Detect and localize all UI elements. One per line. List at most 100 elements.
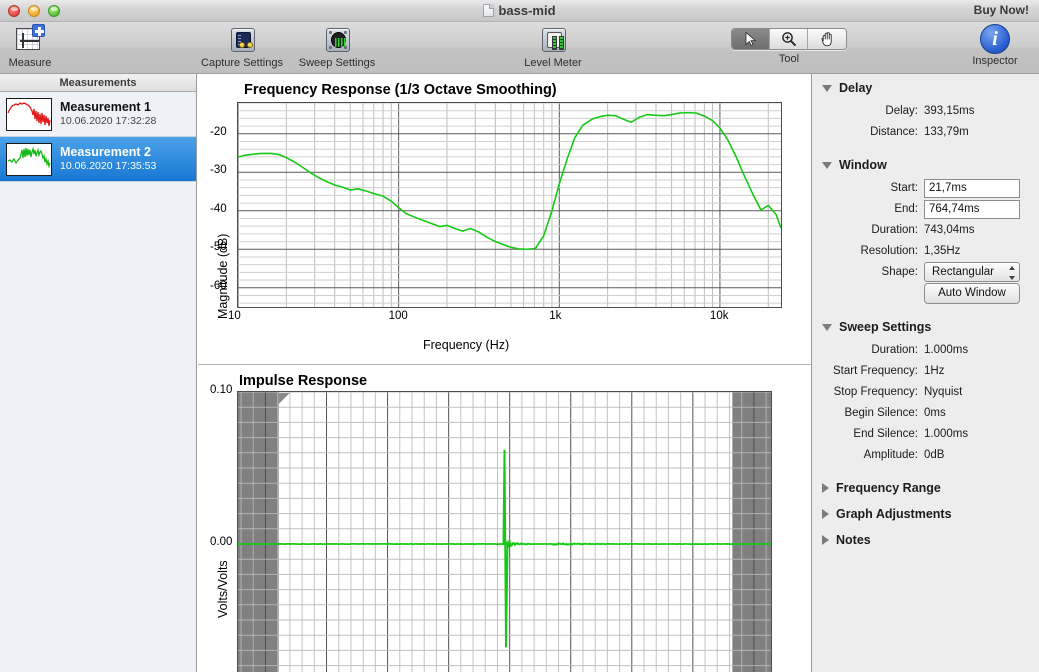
title-bar: bass-mid Buy Now!	[0, 0, 1039, 22]
inspector-row-label: Shape:	[881, 266, 918, 278]
inspector-spacer	[812, 305, 1039, 313]
inspector-section-delay[interactable]: Delay	[812, 74, 1039, 100]
impulse-response-ylabel: Volts/Volts	[216, 560, 230, 618]
impulse-response-ytick: 0.10	[210, 384, 233, 396]
stepper-arrows-icon[interactable]	[1008, 266, 1015, 280]
inspector-row-label: Amplitude:	[863, 449, 918, 461]
inspector-row: End Silence: 1.000ms	[812, 424, 1039, 444]
toolbar-item-sweep-settings[interactable]: Sweep Settings	[291, 24, 383, 69]
zoom-magnifier-icon[interactable]	[770, 29, 808, 49]
inspector-select-value: Rectangular	[932, 266, 995, 278]
inspector-section-title: Notes	[836, 533, 871, 547]
application-window: bass-mid Buy Now! Measure Capture Settin…	[0, 0, 1039, 672]
capture-settings-icon	[226, 24, 258, 56]
inspector-row-value: 0dB	[924, 449, 945, 461]
toolbar-item-capture-settings[interactable]: Capture Settings	[196, 24, 288, 69]
frequency-response-ytick: -20	[210, 125, 227, 138]
measurement-date: 10.06.2020 17:32:28	[60, 115, 157, 128]
inspector-input-start[interactable]: 21,7ms	[924, 178, 1020, 198]
inspector-row-value: 133,79m	[924, 126, 969, 138]
chevron-right-icon[interactable]	[822, 483, 829, 493]
window-start-handle[interactable]	[278, 393, 290, 404]
inspector-row: Duration: 743,04ms	[812, 220, 1039, 240]
frequency-response-xtick: 1k	[549, 310, 562, 322]
info-icon: i	[980, 24, 1010, 54]
inspector-section-window[interactable]: Window	[812, 151, 1039, 177]
inspector-row: Duration: 1.000ms	[812, 340, 1039, 360]
inspector-row-label: Stop Frequency:	[833, 386, 918, 398]
inspector-section-title: Delay	[839, 81, 873, 95]
inspector-section-graph-adjustments[interactable]: Graph Adjustments	[812, 500, 1039, 526]
inspector-row-value: 1,35Hz	[924, 245, 961, 257]
inspector-row: Resolution: 1,35Hz	[812, 241, 1039, 261]
frequency-response-plot[interactable]	[237, 102, 782, 308]
inspector-row: Delay: 393,15ms	[812, 101, 1039, 121]
inspector-row-label: Distance:	[870, 126, 918, 138]
inspector-section-title: Window	[839, 158, 887, 172]
inspector-section-notes[interactable]: Notes	[812, 526, 1039, 552]
measurements-sidebar: Measurements Measurement 1 10.06.2020 17…	[0, 74, 197, 672]
inspector-row-label: Duration:	[871, 224, 918, 236]
toolbar-item-level-meter[interactable]: Level Meter	[507, 24, 599, 69]
frequency-response-graph: Frequency Response (1/3 Octave Smoothing…	[198, 74, 811, 364]
inspector-row: Auto Window	[812, 283, 1039, 304]
list-item-measurement-1[interactable]: Measurement 1 10.06.2020 17:32:28	[0, 92, 196, 137]
inspector-row: Start Frequency: 1Hz	[812, 361, 1039, 381]
toolbar-item-label: Inspector	[972, 55, 1018, 67]
frequency-response-ytick: -30	[210, 164, 227, 177]
inspector-section-frequency-range[interactable]: Frequency Range	[812, 474, 1039, 500]
graph-area: Frequency Response (1/3 Octave Smoothing…	[198, 74, 811, 672]
window-shade-left	[238, 392, 279, 672]
impulse-peak	[502, 449, 509, 648]
chevron-down-icon[interactable]	[822, 84, 832, 92]
inspector-select-shape[interactable]: Rectangular	[924, 262, 1020, 282]
impulse-response-plot[interactable]	[237, 391, 772, 672]
frequency-response-xtick: 10	[228, 310, 241, 322]
sidebar-header: Measurements	[0, 74, 196, 92]
inspector-row-label: Begin Silence:	[844, 407, 918, 419]
inspector-row-label: Resolution:	[860, 245, 918, 257]
arrow-cursor-icon[interactable]	[732, 29, 770, 49]
inspector-row-label: End Silence:	[853, 428, 918, 440]
inspector-row: Stop Frequency: Nyquist	[812, 382, 1039, 402]
measure-icon	[14, 24, 46, 56]
tool-segmented-control[interactable]	[731, 28, 847, 50]
frequency-response-xtick: 100	[388, 310, 408, 322]
info-glyph: i	[992, 28, 998, 50]
measurement-thumbnail	[6, 142, 52, 176]
chevron-down-icon[interactable]	[822, 161, 832, 169]
toolbar-item-label: Measure	[8, 57, 52, 69]
impulse-response-series	[238, 449, 771, 648]
inspector-row-value: 1.000ms	[924, 428, 969, 440]
inspector-spacer	[812, 143, 1039, 151]
inspector-row-label: End:	[894, 203, 918, 215]
inspector-input-end[interactable]: 764,74ms	[924, 199, 1020, 219]
list-item-measurement-2[interactable]: Measurement 2 10.06.2020 17:35:53	[0, 137, 196, 182]
measurement-thumbnail	[6, 97, 52, 131]
inspector-section-title: Frequency Range	[836, 481, 941, 495]
level-meter-icon	[537, 24, 569, 56]
sweep-settings-icon	[321, 24, 353, 56]
frequency-response-ytick: -50	[210, 241, 227, 254]
inspector-section-title: Sweep Settings	[839, 320, 932, 334]
inspector-row: Distance: 133,79m	[812, 122, 1039, 142]
measurement-text: Measurement 1 10.06.2020 17:32:28	[60, 100, 156, 128]
toolbar-item-inspector[interactable]: i Inspector	[958, 24, 1032, 67]
chevron-right-icon[interactable]	[822, 535, 829, 545]
inspector-section-sweep-settings[interactable]: Sweep Settings	[812, 313, 1039, 339]
toolbar: Measure Capture Settings Sweep Settings …	[0, 22, 1039, 74]
toolbar-item-measure[interactable]: Measure	[0, 24, 76, 69]
hand-pan-icon[interactable]	[808, 29, 846, 49]
tool-group: Tool	[731, 28, 847, 65]
inspector-row-value: 393,15ms	[924, 105, 975, 117]
impulse-response-ytick: 0.00	[210, 536, 233, 548]
inspector-row-value: Nyquist	[924, 386, 963, 398]
chevron-down-icon[interactable]	[822, 323, 832, 331]
inspector-row-label: Duration:	[871, 344, 918, 356]
chevron-right-icon[interactable]	[822, 509, 829, 519]
measurement-text: Measurement 2 10.06.2020 17:35:53	[60, 145, 156, 173]
frequency-response-canvas	[238, 103, 781, 307]
inspector-row: Start: 21,7ms	[812, 178, 1039, 198]
buy-now-link[interactable]: Buy Now!	[974, 3, 1029, 17]
auto-window-button[interactable]: Auto Window	[924, 283, 1020, 304]
